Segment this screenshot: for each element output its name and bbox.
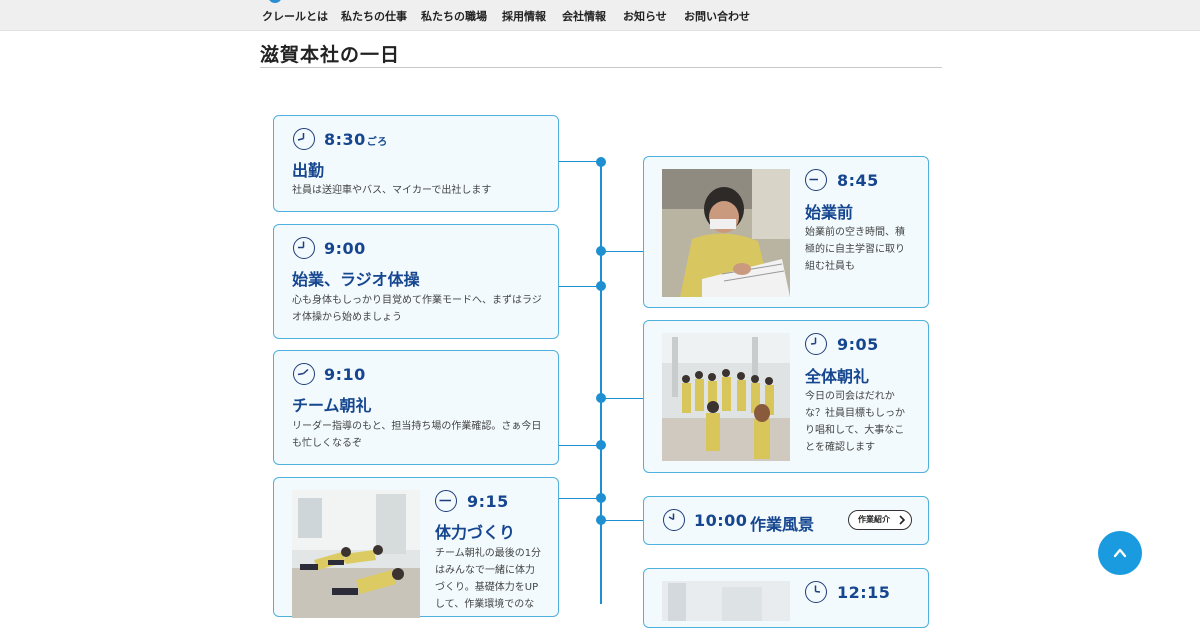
clock-icon	[805, 333, 827, 355]
page-title: 滋賀本社の一日	[260, 44, 401, 66]
title-divider	[260, 67, 942, 68]
clock-icon	[805, 581, 827, 603]
event-heading: 体力づくり	[435, 523, 516, 542]
photo-exercise	[292, 490, 420, 618]
timeline-dot-845	[596, 246, 606, 256]
timeline-card-905: 9:05 全体朝礼 今日の司会はだれか な？社員目標もしっか り唱和して、大事な…	[643, 320, 929, 473]
time-label: 9:05	[837, 335, 879, 354]
connector-845	[601, 251, 644, 252]
event-description: リーダー指導のもと、担当持ち場の作業確認。さぁ今日 も忙しくなるぞ	[292, 421, 542, 449]
nav-item-company[interactable]: 会社情報	[562, 8, 606, 24]
photo-lunch	[662, 581, 790, 621]
clock-icon	[435, 490, 457, 512]
photo-morning-meeting	[662, 333, 790, 461]
connector-1000	[601, 520, 644, 521]
logo-mark	[268, 0, 282, 3]
connector-905	[601, 398, 644, 399]
timeline-card-1215: 12:15	[643, 568, 929, 628]
event-heading: 始業前	[805, 203, 854, 222]
nav-item-news[interactable]: お知らせ	[623, 8, 667, 24]
timeline-card-915: 9:15 体力づくり チーム朝礼の最後の1分 はみんなで一緒に体力 づくり。基礎…	[273, 477, 559, 618]
scroll-to-top-button[interactable]	[1098, 531, 1142, 575]
timeline-dot-905	[596, 393, 606, 403]
top-nav: クレールとは 私たちの仕事 私たちの職場 採用情報 会社情報 お知らせ お問い合…	[0, 0, 1200, 31]
timeline-dot-910	[596, 440, 606, 450]
clock-icon	[293, 363, 315, 385]
timeline-card-845: 8:45 始業前 始業前の空き時間、積 極的に自主学習に取り 組む社員も	[643, 156, 929, 308]
time-label: 8:45	[837, 171, 879, 190]
nav-item-workplace[interactable]: 私たちの職場	[421, 8, 487, 24]
timeline-card-830: 8:30ごろ 出勤 社員は送迎車やバス、マイカーで出社します	[273, 115, 559, 212]
chevron-up-icon	[1113, 548, 1127, 558]
timeline-dot-915	[596, 493, 606, 503]
time-label: 8:30ごろ	[324, 130, 388, 149]
photo-study	[662, 169, 790, 297]
time-label: 9:15	[467, 492, 509, 511]
timeline-line	[600, 161, 602, 604]
time-label: 9:00	[324, 239, 366, 258]
chevron-right-icon	[899, 515, 905, 525]
event-heading: 出勤	[292, 161, 325, 180]
connector-910	[558, 445, 601, 446]
work-intro-button[interactable]: 作業紹介	[848, 510, 912, 530]
nav-item-our-work[interactable]: 私たちの仕事	[341, 8, 407, 24]
event-description: 始業前の空き時間、積 極的に自主学習に取り 組む社員も	[805, 227, 905, 272]
clock-icon	[663, 509, 685, 531]
event-heading: 始業、ラジオ体操	[292, 270, 420, 289]
timeline-card-900: 9:00 始業、ラジオ体操 心も身体もしっかり目覚めて作業モードへ、まずはラジ …	[273, 224, 559, 339]
connector-900	[558, 286, 601, 287]
event-description: 今日の司会はだれか な？社員目標もしっか り唱和して、大事なこ とを確認します	[805, 391, 905, 453]
nav-item-contact[interactable]: お問い合わせ	[684, 8, 750, 24]
timeline-card-910: 9:10 チーム朝礼 リーダー指導のもと、担当持ち場の作業確認。さぁ今日 も忙し…	[273, 350, 559, 465]
event-heading: チーム朝礼	[292, 396, 372, 415]
connector-830	[558, 161, 601, 162]
timeline-dot-1000	[596, 515, 606, 525]
timeline-dot-830	[596, 157, 606, 167]
time-label: 12:15	[837, 583, 891, 602]
clock-icon	[293, 237, 315, 259]
nav-item-about[interactable]: クレールとは	[262, 8, 328, 24]
nav-item-recruit[interactable]: 採用情報	[502, 8, 546, 24]
event-description: 心も身体もしっかり目覚めて作業モードへ、まずはラジ オ体操から始めましょう	[292, 295, 542, 323]
event-heading: 作業風景	[750, 515, 815, 534]
event-description: 社員は送迎車やバス、マイカーで出社します	[292, 185, 492, 196]
event-heading: 全体朝礼	[805, 367, 870, 386]
timeline-dot-900	[596, 281, 606, 291]
clock-icon	[293, 128, 315, 150]
connector-915	[558, 498, 601, 499]
event-description: チーム朝礼の最後の1分 はみんなで一緒に体力 づくり。基礎体力をUP して、作業…	[435, 548, 542, 610]
time-label: 9:10	[324, 365, 366, 384]
clock-icon	[805, 169, 827, 191]
time-label: 10:00	[694, 511, 748, 530]
